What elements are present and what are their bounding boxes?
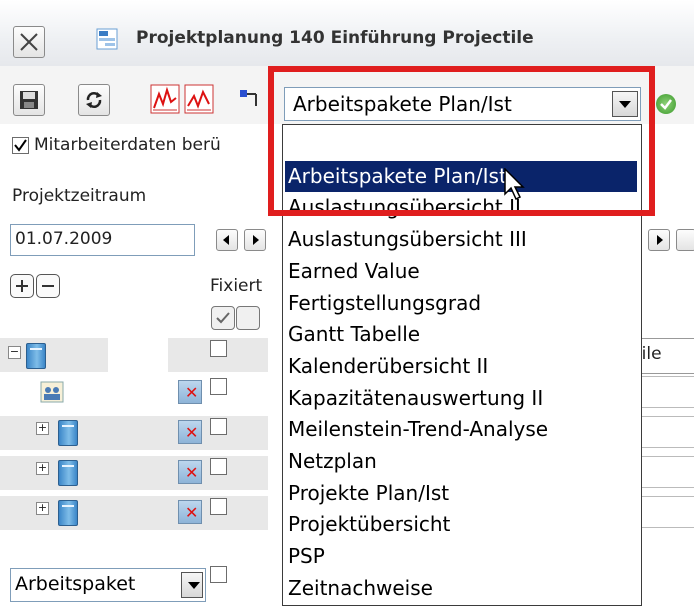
document-icon xyxy=(58,420,78,446)
dropdown-option[interactable]: Projektübersicht xyxy=(285,509,637,540)
expand-node-icon[interactable]: + xyxy=(36,422,49,435)
dropdown-option[interactable]: Zeitnachweise xyxy=(285,573,637,604)
chevron-right-icon xyxy=(657,235,663,245)
dropdown-option[interactable]: PSP xyxy=(285,541,637,572)
dropdown-option[interactable]: Meilenstein-Trend-Analyse xyxy=(285,414,637,445)
close-button[interactable] xyxy=(13,26,45,58)
team-icon xyxy=(40,380,64,404)
next-button-right[interactable] xyxy=(648,229,670,251)
dropdown-option[interactable]: Fertigstellungsgrad xyxy=(285,288,637,319)
chart-red2-button[interactable] xyxy=(184,84,214,114)
date-value: 01.07.2009 xyxy=(15,229,113,249)
expand-all-button[interactable] xyxy=(10,274,34,298)
delete-icon[interactable] xyxy=(178,420,202,444)
refresh-icon xyxy=(86,92,102,108)
delete-icon[interactable] xyxy=(178,380,202,404)
refresh-button[interactable] xyxy=(78,84,110,116)
expand-node-icon[interactable]: + xyxy=(36,462,49,475)
fixed-column-header: Fixiert xyxy=(210,276,263,296)
dropdown-option[interactable]: Auslastungsübersicht III xyxy=(285,224,637,255)
delete-icon[interactable] xyxy=(178,500,202,524)
uncheck-all-button[interactable] xyxy=(236,306,260,330)
grid-cell xyxy=(640,496,694,528)
footer-checkbox[interactable] xyxy=(210,566,227,583)
collapse-node-icon[interactable]: − xyxy=(8,346,21,359)
collapse-all-button[interactable] xyxy=(36,274,60,298)
ok-icon[interactable] xyxy=(656,94,676,114)
connector-icon xyxy=(240,90,257,106)
table-row[interactable]: + xyxy=(0,496,268,530)
column-header-right: tile xyxy=(635,338,694,374)
window-title: Projektplanung 140 Einführung Projectile xyxy=(136,28,534,48)
row-checkbox[interactable] xyxy=(210,458,227,475)
expand-node-icon[interactable]: + xyxy=(36,502,49,515)
minus-icon xyxy=(42,285,54,287)
plus-icon xyxy=(16,280,28,292)
highlight-frame xyxy=(268,66,655,216)
delete-icon[interactable] xyxy=(178,460,202,484)
chart-red-icon xyxy=(150,84,180,114)
dropdown-option[interactable]: Projekte Plan/Ist xyxy=(285,478,637,509)
chart-red2-icon xyxy=(184,84,214,114)
check-icon xyxy=(216,312,230,324)
row-checkbox[interactable] xyxy=(210,378,227,395)
table-row[interactable] xyxy=(0,376,268,410)
connector-button[interactable] xyxy=(238,86,266,114)
title-bar: Projektplanung 140 Einführung Projectile xyxy=(0,0,694,67)
row-checkbox[interactable] xyxy=(210,498,227,515)
check-all-button[interactable] xyxy=(211,306,235,330)
document-icon xyxy=(58,460,78,486)
employee-data-label: Mitarbeiterdaten berü xyxy=(34,135,221,155)
window-icon xyxy=(96,28,118,50)
dropdown-option[interactable]: Earned Value xyxy=(285,256,637,287)
prev-button[interactable] xyxy=(216,229,238,251)
document-icon xyxy=(26,343,46,369)
employee-data-checkbox[interactable] xyxy=(12,137,29,154)
next-button[interactable] xyxy=(244,229,266,251)
chart-red-button[interactable] xyxy=(150,84,180,114)
close-icon xyxy=(20,33,38,51)
dropdown-option[interactable]: Netzplan xyxy=(285,446,637,477)
period-label: Projektzeitraum xyxy=(12,186,147,206)
table-row[interactable]: − xyxy=(0,338,268,372)
type-select[interactable]: Arbeitspaket xyxy=(10,568,206,602)
last-button[interactable] xyxy=(676,229,694,251)
dropdown-arrow-icon[interactable] xyxy=(181,572,203,598)
document-icon xyxy=(58,500,78,526)
date-field[interactable]: 01.07.2009 xyxy=(10,224,195,256)
type-select-value: Arbeitspaket xyxy=(15,573,136,595)
row-checkbox[interactable] xyxy=(210,340,227,357)
table-row[interactable]: + xyxy=(0,416,268,450)
grid-cell xyxy=(640,456,694,488)
table-row[interactable]: + xyxy=(0,456,268,490)
grid-cell xyxy=(640,376,694,408)
row-name-cell xyxy=(108,338,168,372)
row-checkbox[interactable] xyxy=(210,418,227,435)
grid-cell xyxy=(640,416,694,448)
dropdown-option[interactable]: Gantt Tabelle xyxy=(285,319,637,350)
save-icon xyxy=(20,91,38,109)
dropdown-option[interactable]: Kalenderübersicht II xyxy=(285,351,637,382)
chevron-left-icon xyxy=(223,235,229,245)
chevron-right-icon xyxy=(253,235,259,245)
dropdown-option[interactable]: Kapazitätenauswertung II xyxy=(285,383,637,414)
mouse-cursor-icon xyxy=(504,168,525,201)
save-button[interactable] xyxy=(13,84,45,116)
